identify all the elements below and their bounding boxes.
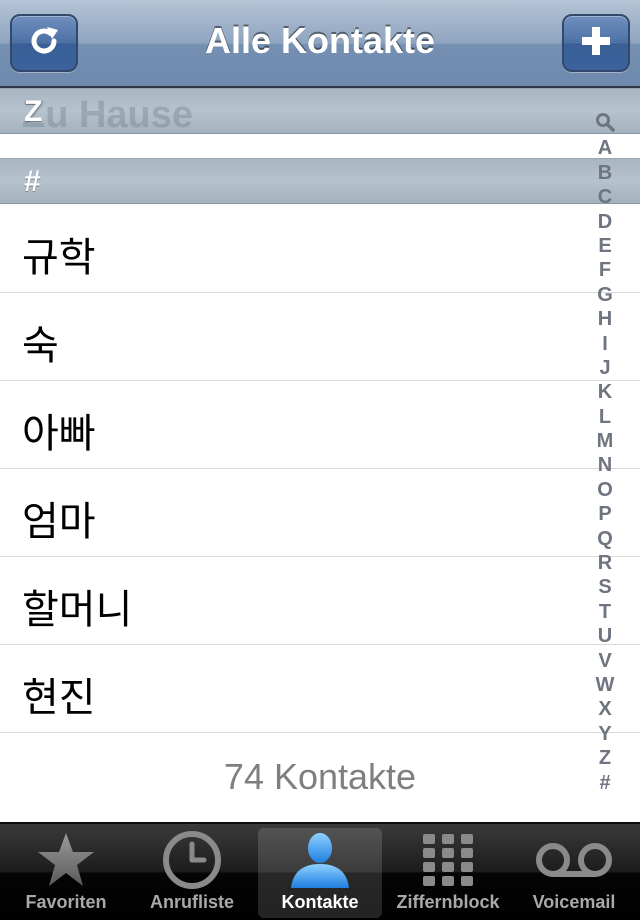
contact-count: 74 Kontakte [223,756,417,797]
contact-name: 숙 [22,323,59,369]
index-letter[interactable]: T [599,600,611,624]
index-letter[interactable]: A [598,136,612,160]
page-title: Alle Kontakte [204,20,436,61]
index-letter[interactable]: W [596,673,615,697]
tab-bar: Favoriten Anrufliste Kontakte Ziffernblo… [0,822,640,920]
contact-name: 규학 [22,235,96,281]
contact-row[interactable]: 규학 [0,205,640,293]
index-letter[interactable]: R [598,551,612,575]
clock-icon [162,828,222,892]
tab-ziffernblock[interactable]: Ziffernblock [386,828,510,918]
section-label: Z [24,95,43,128]
index-letter[interactable]: D [598,210,612,234]
index-letter[interactable]: Z [599,746,611,770]
contact-name: 현진 [22,675,96,721]
index-letter[interactable]: V [598,649,611,673]
index-letter[interactable]: Q [597,527,613,551]
tab-label: Anrufliste [149,892,234,912]
person-icon [287,828,353,892]
plus-icon [580,25,612,62]
index-letter[interactable]: X [598,697,611,721]
keypad-icon [421,828,475,892]
tab-label: Ziffernblock [396,892,500,912]
section-index[interactable]: A B C D E F G H I J K L M N O P Q R S T … [592,112,618,795]
index-letter[interactable]: B [598,161,612,185]
voicemail-icon [534,828,614,892]
contact-row[interactable]: 현진 [0,645,640,733]
tab-favoriten[interactable]: Favoriten [4,828,128,918]
tab-label: Voicemail [532,892,616,912]
index-letter[interactable]: P [598,502,611,526]
contact-row[interactable]: 엄마 [0,469,640,557]
index-letter[interactable]: M [597,429,614,453]
index-letter[interactable]: F [599,258,611,282]
index-letter[interactable]: G [597,283,613,307]
contact-name: 할머니 [22,587,133,633]
contact-name: 엄마 [22,499,96,545]
tab-kontakte[interactable]: Kontakte [258,828,382,918]
tab-label: Kontakte [281,892,359,912]
partial-row [0,134,640,158]
index-letter[interactable]: U [598,624,612,648]
contact-row[interactable]: 할머니 [0,557,640,645]
index-letter[interactable]: H [598,307,612,331]
section-header-z: Zu Hause Z [0,88,640,136]
index-letter[interactable]: S [598,575,611,599]
add-contact-button[interactable] [562,14,630,72]
section-header-hash: # [0,158,640,204]
index-letter[interactable]: K [598,380,612,404]
contact-row[interactable]: 숙 [0,293,640,381]
tab-label: Favoriten [25,892,107,912]
index-letter[interactable]: Y [598,722,611,746]
index-letter[interactable]: N [598,453,612,477]
index-letter[interactable]: L [599,405,611,429]
row-label-ghost: Zu Hause [22,94,194,136]
contact-name: 아빠 [22,411,96,457]
index-letter[interactable]: J [599,356,610,380]
index-letter[interactable]: O [597,478,613,502]
tab-voicemail[interactable]: Voicemail [512,828,636,918]
section-label: # [24,165,41,198]
navigation-bar: Alle Kontakte [0,0,640,88]
index-letter[interactable]: # [599,771,610,795]
contact-row[interactable]: 아빠 [0,381,640,469]
tab-anrufliste[interactable]: Anrufliste [130,828,254,918]
index-letter[interactable]: I [602,332,608,356]
index-letter[interactable]: C [598,185,612,209]
index-search-icon[interactable] [595,112,615,136]
star-icon [36,828,96,892]
index-letter[interactable]: E [598,234,611,258]
